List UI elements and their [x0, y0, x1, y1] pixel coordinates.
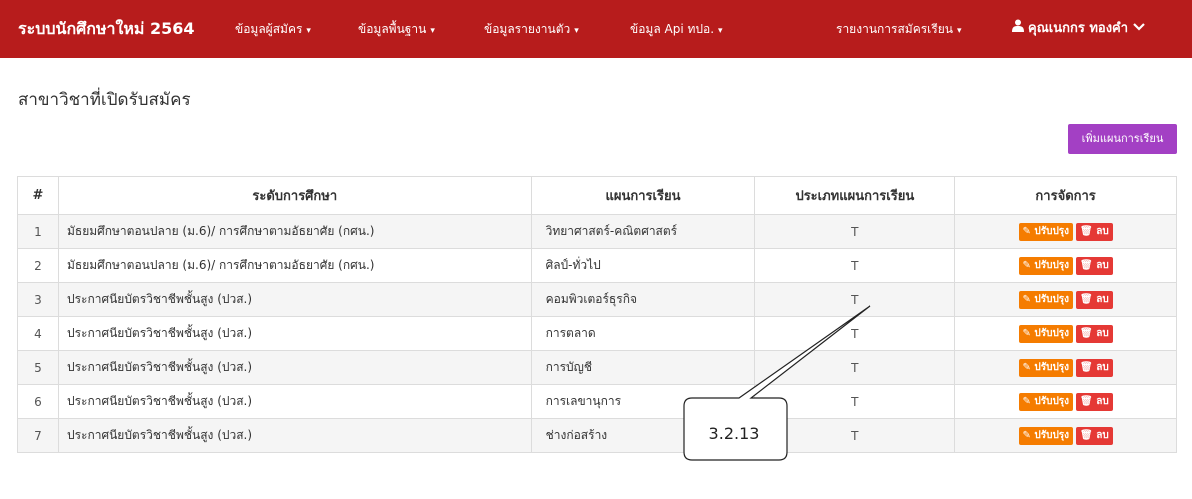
menu-report-data[interactable]: ข้อมูลรายงานตัว ▾ — [484, 0, 579, 58]
menu-enrollment-report[interactable]: รายงานการสมัครเรียน ▾ — [836, 0, 961, 58]
pencil-icon: ✎ — [1022, 429, 1031, 441]
header-plan-type: ประเภทแผนการเรียน — [754, 176, 956, 215]
row-education-level: มัธยมศึกษาตอนปลาย (ม.6)/ การศึกษาตามอัธย… — [57, 248, 532, 283]
row-actions: ✎ ปรับปรุง 🗑 ลบ — [954, 418, 1177, 453]
row-actions: ✎ ปรับปรุง 🗑 ลบ — [954, 282, 1177, 317]
edit-button[interactable]: ✎ ปรับปรุง — [1018, 290, 1074, 309]
row-actions: ✎ ปรับปรุง 🗑 ลบ — [954, 214, 1177, 249]
menu-api-data[interactable]: ข้อมูล Api ทปอ. ▾ — [630, 0, 723, 58]
pencil-icon: ✎ — [1022, 395, 1031, 407]
table-row: 1 มัธยมศึกษาตอนปลาย (ม.6)/ การศึกษาตามอั… — [17, 214, 1177, 249]
row-number: 1 — [17, 214, 59, 249]
top-navbar: ระบบนักศึกษาใหม่ 2564 ข้อมูลผู้สมัคร ▾ ข้… — [0, 0, 1192, 58]
trash-icon: 🗑 — [1080, 429, 1093, 441]
row-actions: ✎ ปรับปรุง 🗑 ลบ — [954, 248, 1177, 283]
row-number: 5 — [17, 350, 59, 385]
trash-icon: 🗑 — [1080, 225, 1093, 237]
edit-button[interactable]: ✎ ปรับปรุง — [1018, 222, 1074, 241]
header-actions: การจัดการ — [954, 176, 1177, 215]
row-number: 6 — [17, 384, 59, 419]
row-study-plan: การบัญชี — [530, 350, 756, 385]
row-education-level: ประกาศนียบัตรวิชาชีพชั้นสูง (ปวส.) — [57, 418, 532, 453]
edit-button[interactable]: ✎ ปรับปรุง — [1018, 256, 1074, 275]
header-study-plan: แผนการเรียน — [530, 176, 756, 215]
caret-down-icon: ▾ — [306, 26, 311, 36]
table-row: 4 ประกาศนียบัตรวิชาชีพชั้นสูง (ปวส.) การ… — [17, 316, 1177, 351]
pencil-icon: ✎ — [1022, 361, 1031, 373]
edit-button[interactable]: ✎ ปรับปรุง — [1018, 392, 1074, 411]
edit-button[interactable]: ✎ ปรับปรุง — [1018, 324, 1074, 343]
study-plan-table: # ระดับการศึกษา แผนการเรียน ประเภทแผนการ… — [17, 176, 1177, 453]
table-row: 3 ประกาศนียบัตรวิชาชีพชั้นสูง (ปวส.) คอม… — [17, 282, 1177, 317]
trash-icon: 🗑 — [1080, 259, 1093, 271]
row-education-level: ประกาศนียบัตรวิชาชีพชั้นสูง (ปวส.) — [57, 350, 532, 385]
table-row: 7 ประกาศนียบัตรวิชาชีพชั้นสูง (ปวส.) ช่า… — [17, 418, 1177, 453]
trash-icon: 🗑 — [1080, 395, 1093, 407]
table-row: 2 มัธยมศึกษาตอนปลาย (ม.6)/ การศึกษาตามอั… — [17, 248, 1177, 283]
user-icon — [1012, 0, 1024, 58]
pencil-icon: ✎ — [1022, 293, 1031, 305]
pencil-icon: ✎ — [1022, 225, 1031, 237]
caret-down-icon: ▾ — [718, 26, 723, 36]
row-study-plan: วิทยาศาสตร์-คณิตศาสตร์ — [530, 214, 756, 249]
row-study-plan: ศิลป์-ทั่วไป — [530, 248, 756, 283]
delete-button[interactable]: 🗑 ลบ — [1076, 358, 1113, 377]
brand-title[interactable]: ระบบนักศึกษาใหม่ 2564 — [18, 0, 195, 58]
trash-icon: 🗑 — [1080, 293, 1093, 305]
row-plan-type: T — [754, 384, 956, 419]
delete-button[interactable]: 🗑 ลบ — [1076, 392, 1113, 411]
header-number: # — [17, 176, 59, 215]
delete-button[interactable]: 🗑 ลบ — [1076, 290, 1113, 309]
caret-down-icon: ▾ — [956, 26, 962, 36]
row-number: 2 — [17, 248, 59, 283]
page-title: สาขาวิชาที่เปิดรับสมัคร — [18, 90, 191, 110]
row-number: 3 — [17, 282, 59, 317]
row-plan-type: T — [754, 418, 956, 453]
table-row: 5 ประกาศนียบัตรวิชาชีพชั้นสูง (ปวส.) การ… — [17, 350, 1177, 385]
delete-button[interactable]: 🗑 ลบ — [1076, 256, 1113, 275]
trash-icon: 🗑 — [1080, 361, 1093, 373]
chevron-down-icon — [1132, 21, 1145, 36]
caret-down-icon: ▾ — [430, 26, 435, 36]
edit-button[interactable]: ✎ ปรับปรุง — [1018, 358, 1074, 377]
row-education-level: ประกาศนียบัตรวิชาชีพชั้นสูง (ปวส.) — [57, 316, 532, 351]
row-education-level: ประกาศนียบัตรวิชาชีพชั้นสูง (ปวส.) — [57, 282, 532, 317]
row-education-level: มัธยมศึกษาตอนปลาย (ม.6)/ การศึกษาตามอัธย… — [57, 214, 532, 249]
row-number: 7 — [17, 418, 59, 453]
trash-icon: 🗑 — [1080, 327, 1093, 339]
row-plan-type: T — [754, 350, 956, 385]
delete-button[interactable]: 🗑 ลบ — [1076, 426, 1113, 445]
menu-basic-data[interactable]: ข้อมูลพื้นฐาน ▾ — [358, 0, 435, 58]
row-plan-type: T — [754, 214, 956, 249]
row-actions: ✎ ปรับปรุง 🗑 ลบ — [954, 316, 1177, 351]
edit-button[interactable]: ✎ ปรับปรุง — [1018, 426, 1074, 445]
header-education-level: ระดับการศึกษา — [57, 176, 532, 215]
row-number: 4 — [17, 316, 59, 351]
row-plan-type: T — [754, 282, 956, 317]
user-menu[interactable]: คุณเนกกร ทองคำ — [1012, 0, 1145, 58]
caret-down-icon: ▾ — [574, 26, 579, 36]
callout-label: 3.2.13 — [708, 424, 760, 443]
menu-applicant-data[interactable]: ข้อมูลผู้สมัคร ▾ — [235, 0, 311, 58]
row-education-level: ประกาศนียบัตรวิชาชีพชั้นสูง (ปวส.) — [57, 384, 532, 419]
table-row: 6 ประกาศนียบัตรวิชาชีพชั้นสูง (ปวส.) การ… — [17, 384, 1177, 419]
row-study-plan: การเลขานุการ — [530, 384, 756, 419]
row-plan-type: T — [754, 316, 956, 351]
row-actions: ✎ ปรับปรุง 🗑 ลบ — [954, 350, 1177, 385]
pencil-icon: ✎ — [1022, 259, 1031, 271]
row-actions: ✎ ปรับปรุง 🗑 ลบ — [954, 384, 1177, 419]
row-study-plan: การตลาด — [530, 316, 756, 351]
delete-button[interactable]: 🗑 ลบ — [1076, 222, 1113, 241]
add-study-plan-button[interactable]: เพิ่มแผนการเรียน — [1068, 124, 1177, 154]
table-header-row: # ระดับการศึกษา แผนการเรียน ประเภทแผนการ… — [17, 176, 1177, 215]
delete-button[interactable]: 🗑 ลบ — [1076, 324, 1113, 343]
row-plan-type: T — [754, 248, 956, 283]
pencil-icon: ✎ — [1022, 327, 1031, 339]
row-study-plan: คอมพิวเตอร์ธุรกิจ — [530, 282, 756, 317]
